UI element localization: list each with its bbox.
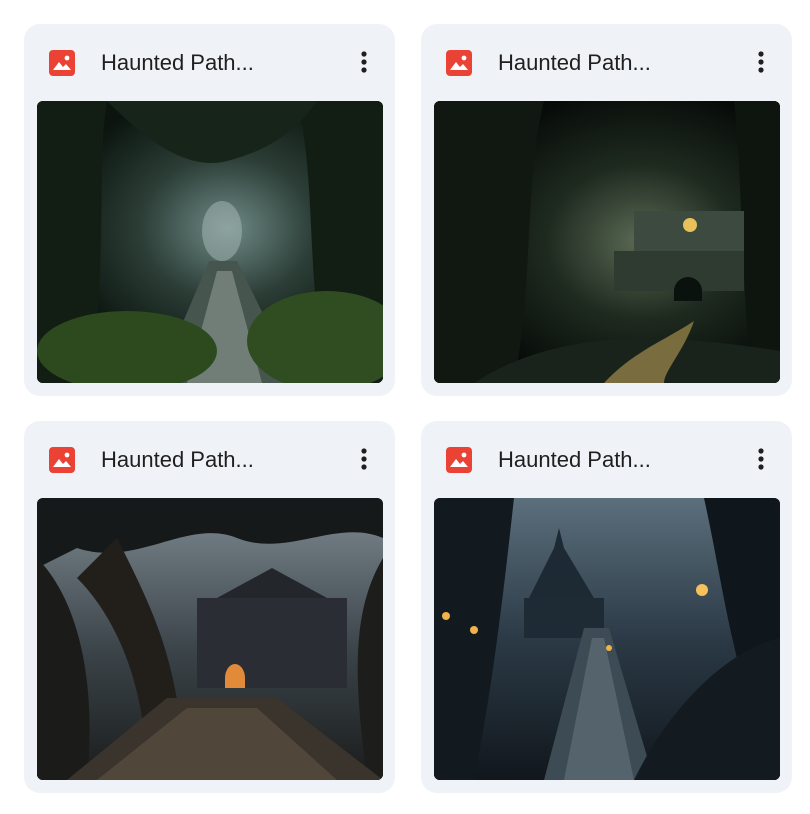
file-grid: Haunted Path... Haunted Path... Haunted …	[0, 0, 810, 814]
more-vert-icon	[758, 448, 764, 470]
file-thumbnail[interactable]	[37, 101, 383, 383]
file-card-header: Haunted Path...	[24, 421, 395, 498]
file-card-header: Haunted Path...	[421, 24, 792, 101]
image-file-icon	[446, 447, 472, 473]
file-card-header: Haunted Path...	[421, 421, 792, 498]
file-thumbnail[interactable]	[37, 498, 383, 780]
file-card[interactable]: Haunted Path...	[24, 24, 395, 396]
more-options-button[interactable]	[351, 444, 377, 474]
file-card[interactable]: Haunted Path...	[421, 421, 792, 793]
file-card[interactable]: Haunted Path...	[421, 24, 792, 396]
more-options-button[interactable]	[748, 444, 774, 474]
file-title[interactable]: Haunted Path...	[498, 48, 651, 78]
file-card-header: Haunted Path...	[24, 24, 395, 101]
image-file-icon	[49, 50, 75, 76]
more-options-button[interactable]	[748, 47, 774, 77]
file-title[interactable]: Haunted Path...	[498, 445, 651, 475]
more-vert-icon	[361, 51, 367, 73]
file-card[interactable]: Haunted Path...	[24, 421, 395, 793]
more-options-button[interactable]	[351, 47, 377, 77]
file-thumbnail[interactable]	[434, 498, 780, 780]
image-file-icon	[446, 50, 472, 76]
more-vert-icon	[758, 51, 764, 73]
more-vert-icon	[361, 448, 367, 470]
file-title[interactable]: Haunted Path...	[101, 445, 254, 475]
image-file-icon	[49, 447, 75, 473]
file-thumbnail[interactable]	[434, 101, 780, 383]
file-title[interactable]: Haunted Path...	[101, 48, 254, 78]
